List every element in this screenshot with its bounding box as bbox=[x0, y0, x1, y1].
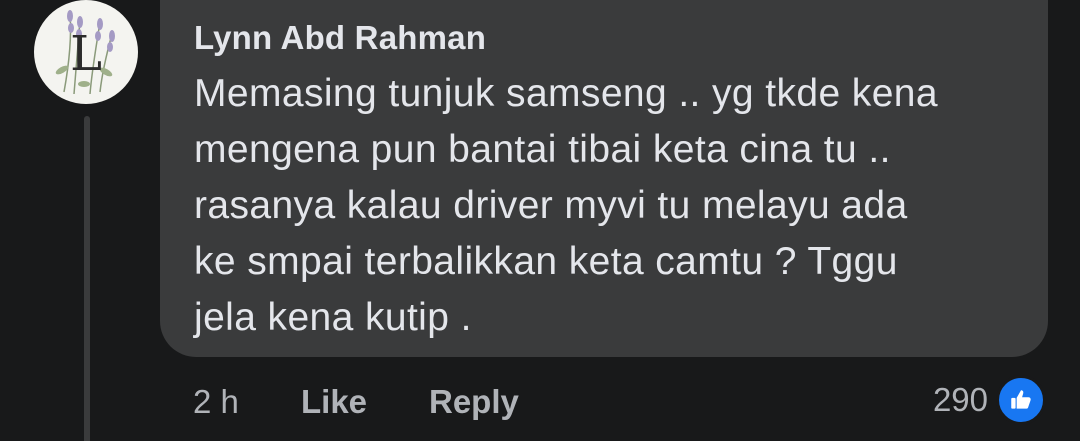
reply-button[interactable]: Reply bbox=[429, 383, 519, 421]
comment-text-line: ke smpai terbalikkan keta camtu ? Tggu bbox=[194, 240, 898, 283]
comment-text-line: Memasing tunjuk samseng .. yg tkde kena bbox=[194, 72, 938, 115]
comment-actions: 2 h Like Reply bbox=[193, 380, 519, 424]
avatar[interactable]: L bbox=[34, 0, 138, 104]
comment-bubble: Lynn Abd Rahman Memasing tunjuk samseng … bbox=[160, 0, 1048, 357]
thumbs-up-icon bbox=[996, 375, 1046, 425]
thread-line bbox=[84, 116, 90, 441]
comment-author[interactable]: Lynn Abd Rahman bbox=[194, 18, 1014, 58]
avatar-letter: L bbox=[70, 26, 102, 82]
like-button[interactable]: Like bbox=[301, 383, 429, 421]
reaction-summary[interactable]: 290 bbox=[932, 375, 1046, 425]
comment-text: Memasing tunjuk samseng .. yg tkde kena … bbox=[194, 66, 1014, 346]
reaction-count: 290 bbox=[932, 381, 988, 418]
comment-timestamp[interactable]: 2 h bbox=[193, 383, 301, 421]
comment-text-line: mengena pun bantai tibai keta cina tu .. bbox=[194, 128, 891, 171]
lavender-monogram-icon: L bbox=[55, 10, 115, 95]
comment: L Lynn Abd Rahman Memasing tunjuk samsen… bbox=[0, 0, 1080, 441]
comment-text-line: rasanya kalau driver myvi tu melayu ada bbox=[194, 184, 908, 227]
comment-text-line: jela kena kutip . bbox=[194, 296, 472, 339]
